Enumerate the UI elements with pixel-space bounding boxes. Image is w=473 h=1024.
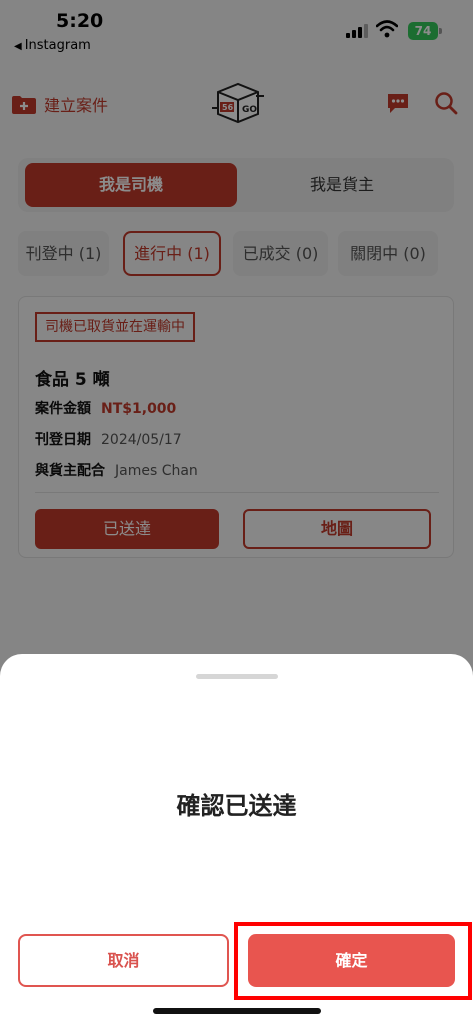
sheet-drag-handle[interactable]: [196, 674, 278, 679]
confirm-dialog-title: 確認已送達: [176, 792, 297, 820]
cancel-button[interactable]: 取消: [18, 934, 229, 987]
highlight-box: [234, 922, 472, 1000]
home-indicator: [153, 1008, 321, 1014]
confirm-bottom-sheet: 確認已送達 取消 確定: [0, 654, 473, 1024]
